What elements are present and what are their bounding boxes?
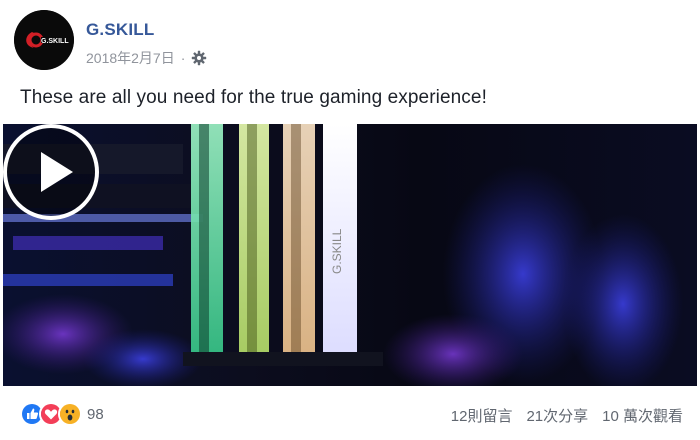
avatar-logo-text: G.SKILL	[41, 38, 69, 45]
comments-count-link[interactable]: 12則留言	[451, 405, 513, 426]
reactions-summary[interactable]: 98	[20, 402, 104, 426]
wow-icon	[58, 402, 82, 426]
reaction-count: 98	[87, 405, 104, 423]
shares-count-link[interactable]: 21次分享	[526, 405, 588, 426]
play-icon[interactable]	[3, 124, 99, 220]
page-name-link[interactable]: G.SKILL	[86, 20, 154, 40]
post-footer: 98 12則留言 21次分享 10 萬次觀看	[0, 392, 700, 438]
video-player[interactable]: G.SKILL	[3, 124, 697, 386]
post-stats: 12則留言 21次分享 10 萬次觀看	[451, 405, 683, 426]
post-date[interactable]: 2018年2月7日	[86, 48, 175, 68]
gskill-logo-icon: G.SKILL	[14, 10, 74, 70]
video-thumbnail: G.SKILL	[3, 124, 697, 386]
gear-icon[interactable]	[191, 50, 207, 66]
meta-separator: ·	[180, 50, 186, 66]
ram-module-label: G.SKILL	[330, 228, 344, 274]
post-header: G.SKILL G.SKILL 2018年2月7日 ·	[14, 10, 686, 70]
post-text: These are all you need for the true gami…	[20, 87, 487, 108]
post-meta: 2018年2月7日 ·	[86, 48, 207, 68]
views-count: 10 萬次觀看	[602, 408, 683, 425]
page-avatar[interactable]: G.SKILL	[14, 10, 74, 70]
